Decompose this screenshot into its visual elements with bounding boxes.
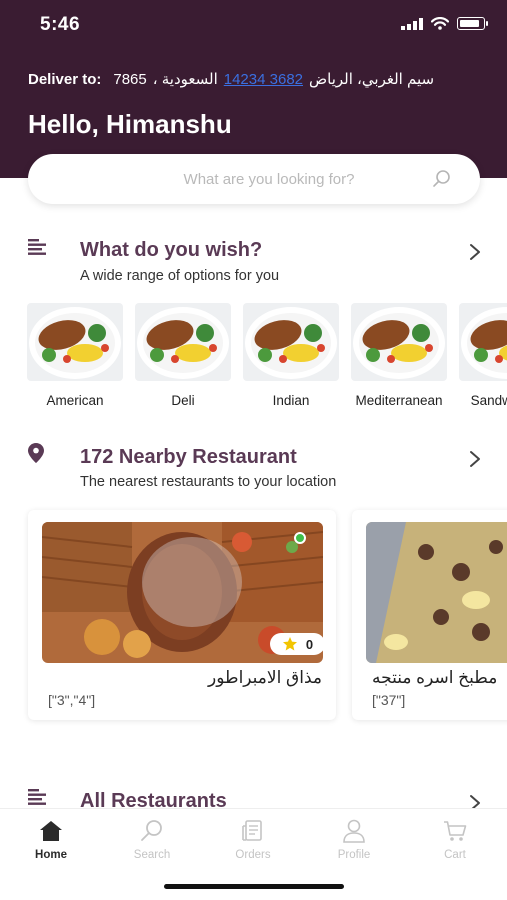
deliver-address-link[interactable]: 14234 3682 bbox=[224, 71, 303, 88]
restaurant-name: مطبخ اسره منتجه bbox=[372, 668, 498, 687]
category-label: Indian bbox=[272, 393, 310, 408]
open-indicator bbox=[294, 532, 306, 544]
app-screen: 5:46 Deliver to: 7865 السعودية ، 14234 3… bbox=[0, 0, 507, 900]
search-bar[interactable]: What are you looking for? bbox=[28, 154, 480, 204]
cart-icon bbox=[444, 821, 467, 841]
restaurant-tags: ["37"] bbox=[372, 692, 406, 708]
signal-icon bbox=[401, 17, 423, 30]
deliver-address-city: السعودية ، bbox=[152, 71, 218, 88]
nav-cart[interactable]: Cart bbox=[415, 817, 495, 861]
wish-section-title: What do you wish? bbox=[80, 239, 263, 261]
category-image bbox=[459, 303, 507, 381]
nav-home-label: Home bbox=[35, 849, 67, 861]
nav-profile[interactable]: Profile bbox=[314, 817, 394, 861]
restaurant-card[interactable]: مطبخ اسره منتجه ["37"] bbox=[352, 510, 507, 720]
wish-section-subtitle: A wide range of options for you bbox=[80, 268, 280, 284]
restaurant-photo: 0 bbox=[42, 522, 323, 663]
search-placeholder[interactable]: What are you looking for? bbox=[184, 171, 355, 188]
restaurant-tags: ["3","4"] bbox=[48, 692, 96, 708]
header: 5:46 Deliver to: 7865 السعودية ، 14234 3… bbox=[0, 0, 507, 178]
greeting: Hello, Himanshu bbox=[28, 109, 232, 139]
restaurant-card[interactable]: 0 مذاق الامبراطور ["3","4"] bbox=[28, 510, 336, 720]
search-icon[interactable] bbox=[432, 169, 452, 189]
deliver-number: 7865 bbox=[113, 70, 147, 88]
nav-search[interactable]: Search bbox=[112, 817, 192, 861]
battery-icon bbox=[457, 17, 488, 30]
nav-orders-label: Orders bbox=[235, 849, 271, 861]
rating-badge: 0 bbox=[270, 633, 323, 655]
restaurant-photo bbox=[366, 522, 507, 663]
restaurant-name: مذاق الامبراطور bbox=[208, 668, 322, 687]
nav-profile-label: Profile bbox=[337, 849, 371, 861]
home-indicator[interactable] bbox=[164, 884, 344, 889]
nearby-section-title: 172 Nearby Restaurant bbox=[80, 446, 297, 468]
search-icon bbox=[141, 820, 162, 841]
nav-cart-label: Cart bbox=[444, 849, 466, 861]
nearby-section-subtitle: The nearest restaurants to your location bbox=[80, 474, 337, 490]
status-bar: 5:46 bbox=[0, 0, 507, 50]
category-label: Mediterranean bbox=[355, 393, 443, 408]
category-image bbox=[27, 303, 123, 381]
category-item[interactable]: American bbox=[27, 303, 123, 408]
profile-icon bbox=[343, 819, 365, 843]
status-time: 5:46 bbox=[40, 14, 81, 35]
delivery-address[interactable]: Deliver to: 7865 السعودية ، 14234 3682 س… bbox=[28, 70, 488, 89]
chevron-right-icon[interactable] bbox=[469, 450, 481, 468]
deliver-address-street: سيم الغربي، الرياض bbox=[309, 71, 435, 88]
orders-icon bbox=[242, 820, 262, 841]
category-item[interactable]: Mediterranean bbox=[351, 303, 447, 408]
battery-level bbox=[459, 19, 479, 27]
category-label: Sandwiches bbox=[470, 393, 507, 408]
category-item[interactable]: Indian bbox=[243, 303, 339, 408]
list-icon bbox=[28, 789, 46, 805]
chevron-right-icon[interactable] bbox=[469, 243, 481, 261]
list-icon bbox=[28, 239, 46, 255]
status-icons bbox=[401, 17, 488, 30]
category-image bbox=[243, 303, 339, 381]
nav-home[interactable]: Home bbox=[11, 817, 91, 861]
category-image bbox=[351, 303, 447, 381]
location-pin-icon bbox=[28, 443, 44, 463]
rating-value: 0 bbox=[305, 636, 314, 652]
home-icon bbox=[40, 821, 62, 841]
wifi-icon bbox=[431, 17, 449, 30]
category-item[interactable]: Deli bbox=[135, 303, 231, 408]
category-image bbox=[135, 303, 231, 381]
deliver-label: Deliver to: bbox=[28, 70, 102, 88]
nav-search-label: Search bbox=[133, 849, 171, 861]
star-icon bbox=[282, 637, 297, 651]
category-item[interactable]: Sandwiches bbox=[459, 303, 507, 408]
category-label: Deli bbox=[171, 393, 195, 408]
nav-orders[interactable]: Orders bbox=[213, 817, 293, 861]
category-label: American bbox=[46, 393, 104, 408]
